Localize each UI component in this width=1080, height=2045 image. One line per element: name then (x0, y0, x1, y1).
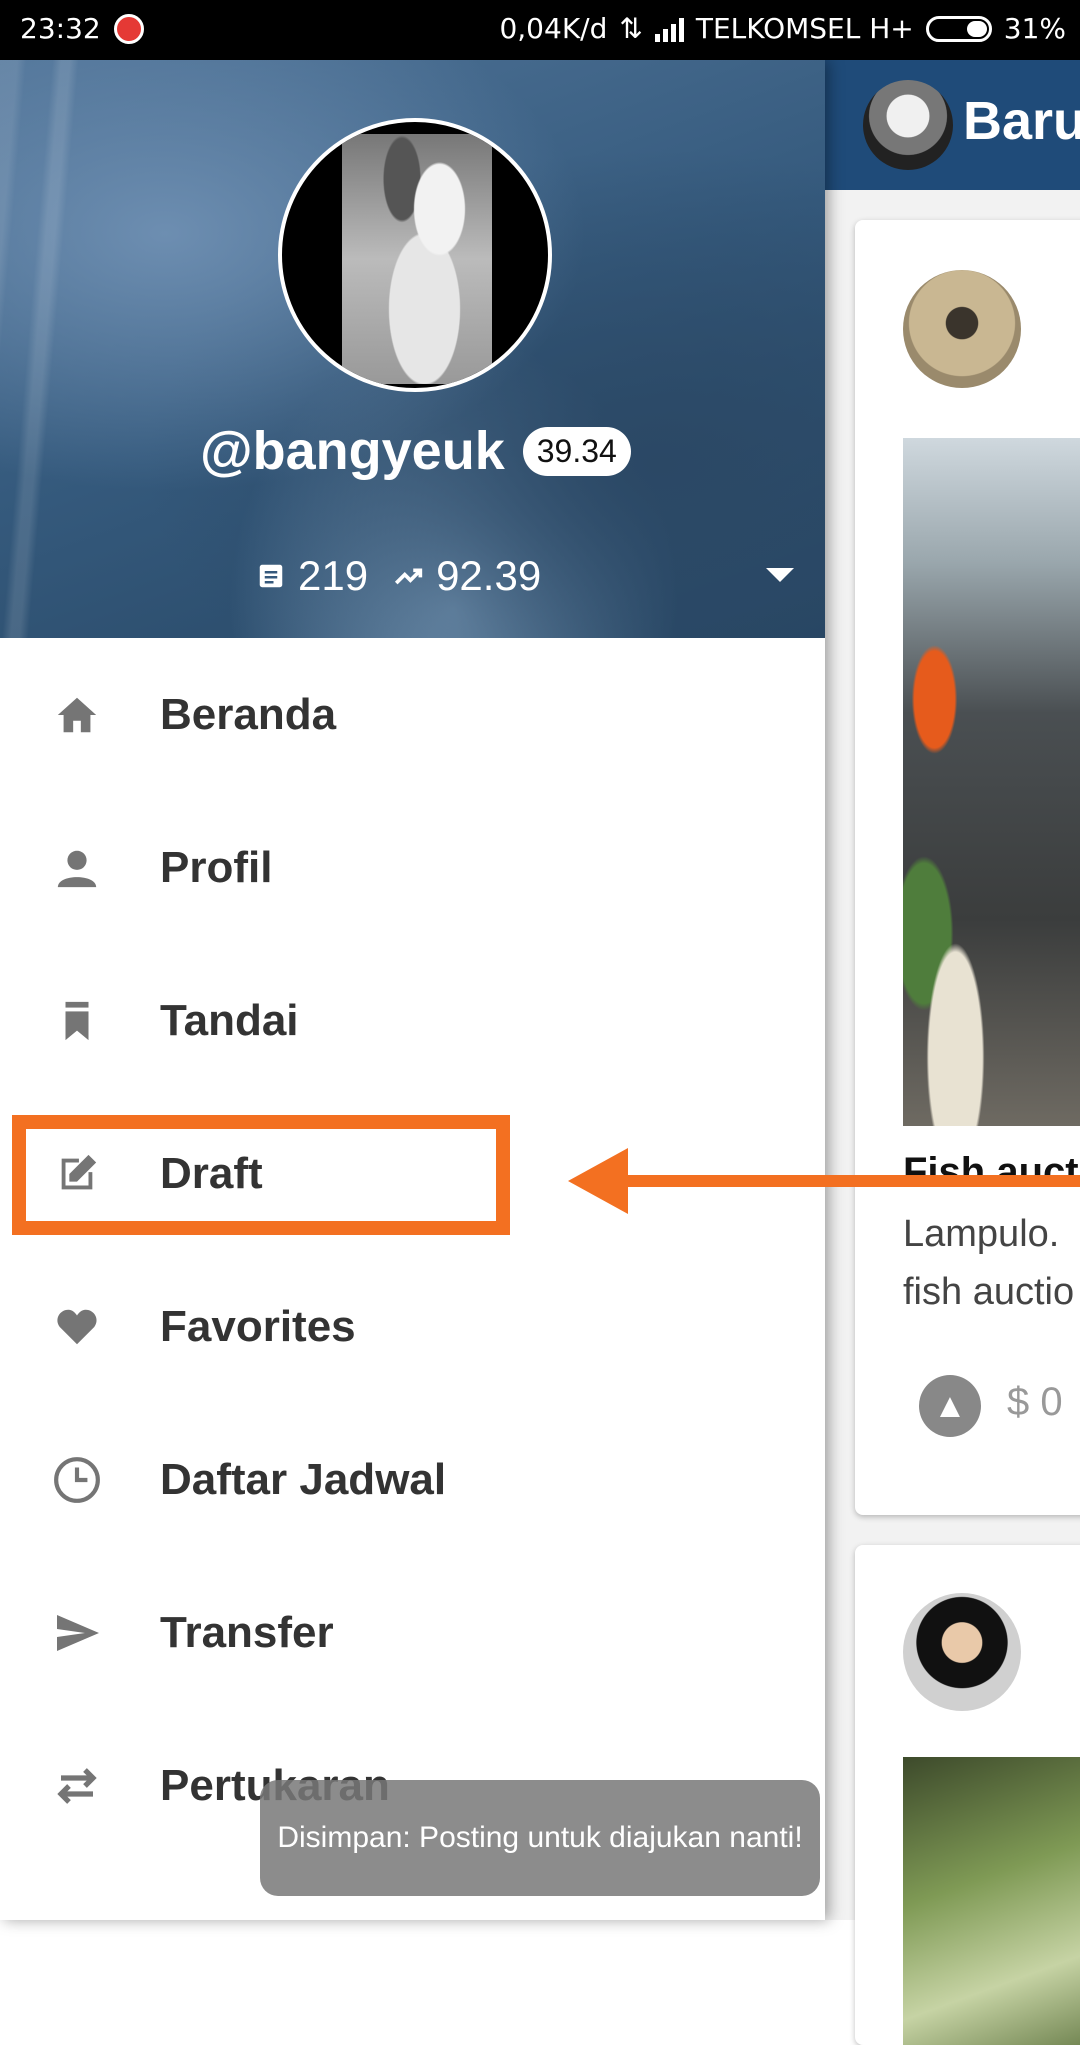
menu-label: Beranda (160, 689, 337, 739)
menu-label: Daftar Jadwal (160, 1454, 447, 1504)
menu-item-profil[interactable]: Profil (0, 791, 825, 944)
feed-card[interactable]: a 2 Fish auct Lampulo. fish auctio ▲ $ 0 (855, 220, 1080, 1515)
dropdown-arrow-icon[interactable] (766, 568, 794, 582)
avatar-photo (342, 134, 492, 384)
toast-message: Disimpan: Posting untuk diajukan nanti! (260, 1780, 820, 1896)
person-icon (52, 843, 102, 893)
annotation-arrow-shaft (620, 1175, 1080, 1187)
background-feed: Baru a 2 Fish auct Lampulo. fish auctio … (825, 60, 1080, 2045)
feed-card[interactable]: e 2 (855, 1545, 1080, 2045)
clock-icon (52, 1455, 102, 1505)
feed-header: Baru (825, 60, 1080, 190)
signal-icon (654, 16, 684, 42)
heart-icon (52, 1302, 102, 1352)
drawer-menu: Beranda Profil Tandai Draft Favorites Da… (0, 638, 825, 1862)
drawer-header: @bangyeuk 39.34 219 92.39 (0, 60, 825, 638)
menu-label: Transfer (160, 1607, 334, 1657)
menu-label: Tandai (160, 995, 299, 1045)
post-image[interactable] (903, 1757, 1080, 2045)
battery-icon (925, 15, 992, 42)
menu-label: Favorites (160, 1301, 356, 1351)
home-icon (52, 690, 102, 740)
navigation-drawer: @bangyeuk 39.34 219 92.39 Beranda Profil… (0, 60, 825, 1920)
annotation-arrow-head (568, 1148, 628, 1214)
status-bar: 23:32 0,04K/d ⇅ TELKOMSEL H+ 31% (0, 0, 1080, 60)
feed-title: Baru (963, 91, 1080, 151)
menu-item-daftar-jadwal[interactable]: Daftar Jadwal (0, 1403, 825, 1556)
power-value: 92.39 (436, 552, 542, 599)
notification-app-icon (114, 14, 144, 44)
reputation-badge: 39.34 (522, 426, 631, 476)
status-right-group: 0,04K/d ⇅ TELKOMSEL H+ 31% (499, 12, 1066, 45)
payout-value: $ 0 (1007, 1380, 1063, 1424)
account-stats: 219 92.39 (254, 552, 541, 600)
post-count: 219 (298, 552, 369, 599)
posts-icon (254, 559, 288, 593)
swap-icon (52, 1761, 102, 1811)
carrier-name: TELKOMSEL H+ (695, 12, 914, 45)
status-time: 23:32 (20, 12, 101, 45)
battery-level: 31% (1003, 12, 1066, 45)
network-speed: 0,04K/d (499, 12, 608, 45)
author-avatar[interactable] (903, 1593, 1021, 1711)
data-transfer-icon: ⇅ (619, 12, 643, 45)
profile-avatar[interactable] (278, 118, 552, 392)
post-image[interactable] (903, 438, 1080, 1126)
post-excerpt: Lampulo. fish auctio (903, 1213, 1075, 1313)
header-avatar[interactable] (863, 80, 953, 170)
menu-label: Profil (160, 842, 273, 892)
menu-item-beranda[interactable]: Beranda (0, 638, 825, 791)
username-row: @bangyeuk 39.34 (200, 420, 631, 482)
author-avatar[interactable] (903, 270, 1021, 388)
send-icon (52, 1608, 102, 1658)
post-title[interactable]: Fish auct (903, 1150, 1079, 1195)
menu-item-tandai[interactable]: Tandai (0, 944, 825, 1097)
menu-item-favorites[interactable]: Favorites (0, 1250, 825, 1403)
bookmark-icon (52, 996, 102, 1046)
trending-up-icon (392, 559, 426, 593)
username[interactable]: @bangyeuk (200, 420, 505, 482)
draft-highlight-box (12, 1115, 510, 1235)
upvote-icon[interactable]: ▲ (919, 1375, 981, 1437)
menu-item-transfer[interactable]: Transfer (0, 1556, 825, 1709)
